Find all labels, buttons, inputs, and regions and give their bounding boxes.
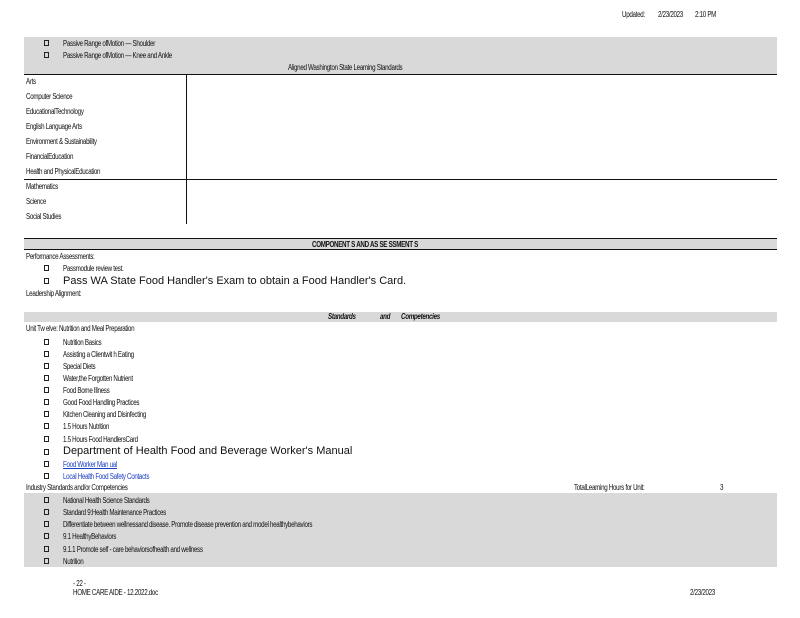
unit-title: Unit Tw elve: Nutrition and Meal Prepara… xyxy=(26,324,135,333)
bullet-icon xyxy=(44,461,49,467)
footer-doc-name: HOME CARE AIDE - 12.2022.doc xyxy=(73,588,158,597)
subject-item: English Language Arts xyxy=(26,122,82,131)
performance-item: Passmodule review test. xyxy=(63,264,124,273)
unit-item: Food Borne Illness xyxy=(63,386,110,395)
bullet-icon xyxy=(44,497,49,503)
subject-item: Environment & Sustainability xyxy=(26,137,97,146)
industry-item: 9.1.1 Promote self - care behaviorsofhea… xyxy=(63,545,203,554)
industry-item: Nutrition xyxy=(63,557,84,566)
bullet-icon xyxy=(44,351,49,357)
bullet-icon xyxy=(44,375,49,381)
industry-item: Standard 9:Health Maintenance Practices xyxy=(63,508,166,517)
unit-item: Water,the Forgotten Nutrient xyxy=(63,374,133,383)
subject-item: Science xyxy=(26,197,47,206)
industry-label: Industry Standards and/or Competencies xyxy=(26,483,128,492)
industry-item: National Health Science Standards xyxy=(63,496,150,505)
bullet-icon xyxy=(44,558,49,564)
standards-title: Aligned Washington State Learning Standa… xyxy=(288,63,403,72)
leadership-label: Leadership Alignment: xyxy=(26,289,82,298)
updated-label: Updated: xyxy=(622,10,645,19)
bullet-icon xyxy=(44,363,49,369)
bullet-icon xyxy=(44,387,49,393)
unit-item: Kitchen Cleaning and Disinfecting xyxy=(63,410,147,419)
unit-item: Nutrition Basics xyxy=(63,338,102,347)
unit-item: Assisting a Clientwit h Eating xyxy=(63,350,134,359)
subject-item: Mathematics xyxy=(26,182,58,191)
bullet-icon xyxy=(44,436,49,442)
competencies-title-b: and xyxy=(380,312,391,321)
components-title: COMPONENT S AND AS SE SSMENT S xyxy=(312,240,418,249)
updated-time: 2:10 PM xyxy=(695,10,717,19)
subject-item: Arts xyxy=(26,77,36,86)
bullet-icon xyxy=(44,399,49,405)
unit-item: 1.5 Hours Nutrition xyxy=(63,422,110,431)
performance-label: Performance Assessments: xyxy=(26,252,95,261)
top-bullet-text: Passive Range ofMotion — Shoulder xyxy=(63,39,156,48)
industry-item: 9.1 HealthyBehaviors xyxy=(63,532,117,541)
industry-item: Differentiate between wellnessand diseas… xyxy=(63,520,313,529)
top-bullet-text: Passive Range ofMotion — Knee and Ankle xyxy=(63,51,172,60)
unit-item: 1.5 Hours Food HandlersCard xyxy=(63,435,138,444)
bullet-icon xyxy=(44,265,49,271)
bullet-icon xyxy=(44,546,49,552)
bullet-icon xyxy=(44,52,49,58)
competencies-title-c: Competencies xyxy=(401,312,440,321)
unit-item: Good Food Handling Practices xyxy=(63,398,140,407)
bullet-icon xyxy=(44,278,49,284)
total-hours-label: TotalLearning Hours for Unit: xyxy=(574,483,645,492)
bullet-icon xyxy=(44,411,49,417)
bullet-icon xyxy=(44,473,49,479)
bullet-icon xyxy=(44,509,49,515)
updated-date: 2/23/2023 xyxy=(658,10,683,19)
bullet-icon xyxy=(44,521,49,527)
unit-item-emphasis: Department of Health Food and Beverage W… xyxy=(63,445,353,457)
document-page: Updated: 2/23/2023 2:10 PM Passive Range… xyxy=(0,0,800,618)
subject-item: EducationalTechnology xyxy=(26,107,84,116)
competencies-title-a: Standards xyxy=(328,312,356,321)
bullet-icon xyxy=(44,339,49,345)
performance-item-emphasis: Pass WA State Food Handler's Exam to obt… xyxy=(63,275,407,287)
unit-item: Special Diets xyxy=(63,362,96,371)
total-hours-value: 3 xyxy=(720,483,724,492)
subject-item: Social Studies xyxy=(26,212,62,221)
table-column-divider xyxy=(186,74,187,224)
footer-date: 2/23/2023 xyxy=(690,588,715,597)
local-health-contacts-link[interactable]: Local Health Food Safety Contacts xyxy=(63,472,149,482)
food-worker-manual-link[interactable]: Food Worker Man ual xyxy=(63,460,117,470)
table-mid-border xyxy=(24,179,777,180)
bullet-icon xyxy=(44,533,49,539)
subject-item: FinancialEducation xyxy=(26,152,74,161)
bullet-icon xyxy=(44,449,49,455)
bullet-icon xyxy=(44,423,49,429)
table-top-border xyxy=(24,74,777,75)
subject-item: Computer Science xyxy=(26,92,73,101)
subject-item: Health and PhysicalEducation xyxy=(26,167,101,176)
bullet-icon xyxy=(44,40,49,46)
